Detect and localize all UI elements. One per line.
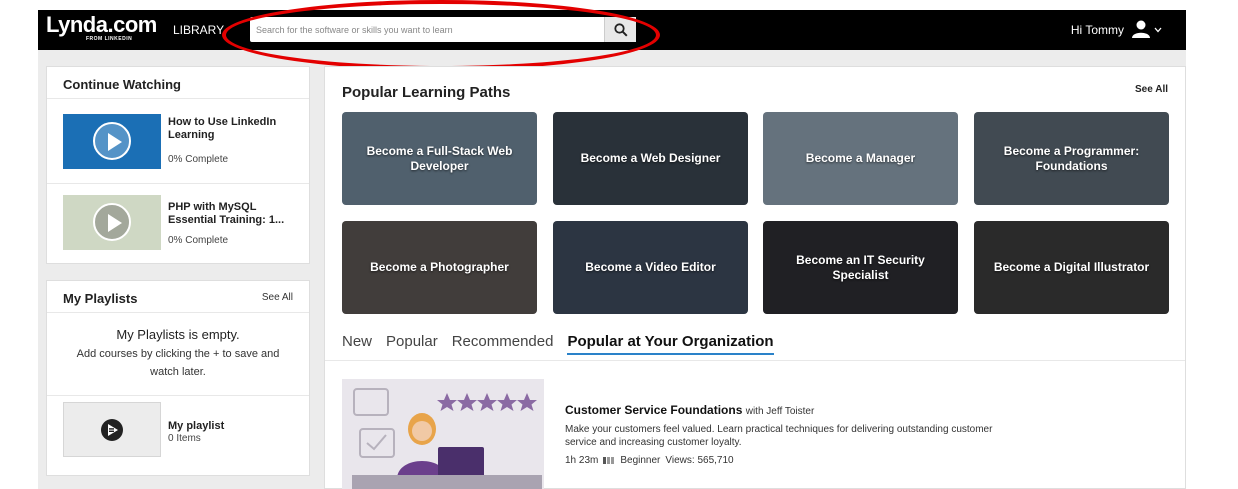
tab-popular[interactable]: Popular [386,333,438,355]
course-description: Make your customers feel valued. Learn p… [565,424,993,448]
search-bar [250,17,636,42]
continue-item[interactable]: How to Use LinkedIn Learning 0% Complete [63,114,293,169]
tabs-divider [325,360,1185,361]
my-playlists-card: My Playlists See All My Playlists is emp… [46,280,310,476]
search-button[interactable] [604,17,636,42]
learning-path-tile[interactable]: Become a Web Designer [553,112,748,205]
course-title[interactable]: Customer Service Foundations with Jeff T… [565,403,814,417]
course-thumbnail[interactable] [63,195,161,250]
course-meta: 1h 23m Beginner Views: 565,710 [565,455,734,466]
course-tabs: New Popular Recommended Popular at Your … [342,333,774,355]
continue-item-title[interactable]: How to Use LinkedIn Learning [168,116,293,142]
learning-path-tile[interactable]: Become a Manager [763,112,958,205]
playlist-thumbnail[interactable] [63,402,161,457]
learning-path-tile[interactable]: Become a Video Editor [553,221,748,314]
learning-path-label: Become a Video Editor [585,260,716,274]
chevron-down-icon [1154,27,1162,33]
divider [47,395,309,396]
learning-path-tile[interactable]: Become a Full-Stack Web Developer [342,112,537,205]
top-nav-bar: Lynda.com FROM LINKEDIN LIBRARY Hi Tommy [38,10,1186,50]
user-icon [1132,20,1150,38]
continue-watching-card: Continue Watching How to Use LinkedIn Le… [46,66,310,264]
learning-path-label: Become a Programmer: Foundations [1003,143,1140,173]
tab-new[interactable]: New [342,333,372,355]
continue-watching-title: Continue Watching [47,67,309,99]
learning-path-label: Become a Web Designer [580,151,721,165]
playlist-name[interactable]: My playlist [168,420,224,432]
my-playlists-header: My Playlists See All [47,281,309,313]
continue-item[interactable]: PHP with MySQL Essential Training: 1... … [63,195,293,250]
learning-path-tile[interactable]: Become a Photographer [342,221,537,314]
course-level: Beginner [620,455,661,466]
learning-paths-title: Popular Learning Paths [342,84,511,101]
tab-popular-at-organization[interactable]: Popular at Your Organization [567,333,774,355]
lynda-logo[interactable]: Lynda.com FROM LINKEDIN [46,12,157,43]
learning-path-label: Become an IT Security Specialist [796,252,925,282]
course-title-text[interactable]: Customer Service Foundations [565,403,742,417]
library-link[interactable]: LIBRARY [173,23,224,37]
playlist-icon [101,419,123,441]
continue-item-title[interactable]: PHP with MySQL Essential Training: 1... [168,201,293,227]
course-thumbnail[interactable] [342,379,544,489]
play-icon [93,203,131,241]
my-playlists-title: My Playlists [63,291,138,306]
play-icon [93,122,131,160]
course-views: Views: 565,710 [665,455,734,466]
learning-path-tile[interactable]: Become an IT Security Specialist [763,221,958,314]
playlists-empty-description: Add courses by clicking the + to save an… [76,348,280,378]
learning-path-label: Become a Full-Stack Web Developer [366,143,513,173]
playlists-empty-title: My Playlists is empty. [116,327,240,342]
continue-item-progress: 0% Complete [168,235,229,246]
learning-path-label: Become a Photographer [370,260,509,274]
learning-paths-see-all-link[interactable]: See All [1135,84,1168,95]
playlists-see-all-link[interactable]: See All [262,292,293,303]
learning-path-tile[interactable]: Become a Programmer: Foundations [974,112,1169,205]
tab-recommended[interactable]: Recommended [452,333,554,355]
logo-text: Lynda.com [46,12,157,37]
continue-item-progress: 0% Complete [168,154,229,165]
logo-subtext: FROM LINKEDIN [86,36,133,42]
learning-path-tile[interactable]: Become a Digital Illustrator [974,221,1169,314]
user-menu-button[interactable] [1130,19,1166,41]
customer-service-illustration [342,379,544,489]
course-thumbnail[interactable] [63,114,161,169]
divider [47,183,309,184]
playlist-count: 0 Items [168,433,201,444]
course-author: with Jeff Toister [745,406,815,417]
learning-path-label: Become a Digital Illustrator [993,260,1150,274]
course-duration: 1h 23m [565,455,599,466]
search-input[interactable] [250,17,604,42]
search-icon [613,22,628,37]
level-bars-icon [603,457,615,464]
learning-path-label: Become a Manager [805,151,916,165]
user-greeting[interactable]: Hi Tommy [1071,23,1124,37]
main-content-panel: Popular Learning Paths See All Become a … [324,66,1186,489]
